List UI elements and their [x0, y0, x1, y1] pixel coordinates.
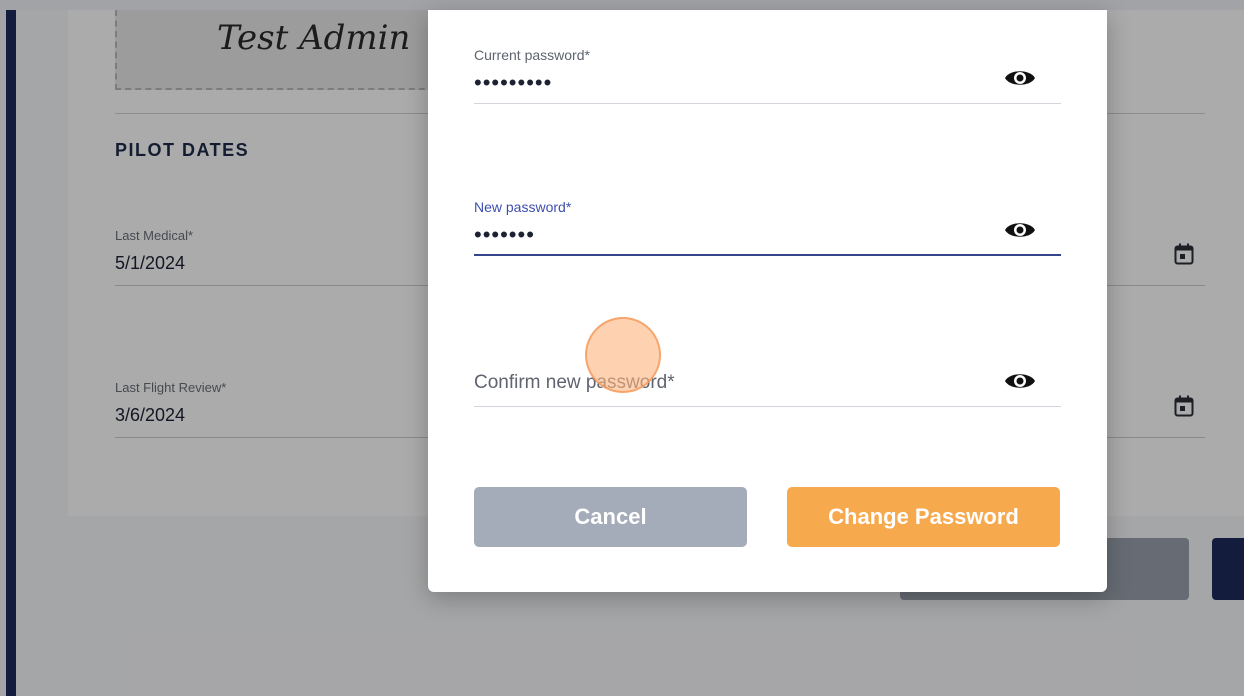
- eye-icon[interactable]: [1004, 67, 1036, 89]
- current-password-underline: [474, 103, 1061, 104]
- current-password-label: Current password*: [474, 47, 590, 63]
- eye-icon[interactable]: [1004, 219, 1036, 241]
- cancel-button[interactable]: Cancel: [474, 487, 747, 547]
- click-indicator: [585, 317, 661, 393]
- current-password-input[interactable]: •••••••••: [474, 70, 552, 96]
- new-password-input[interactable]: •••••••: [474, 222, 535, 248]
- change-password-dialog: Current password* ••••••••• New password…: [428, 10, 1107, 592]
- change-password-button[interactable]: Change Password: [787, 487, 1060, 547]
- new-password-label: New password*: [474, 199, 572, 215]
- eye-icon[interactable]: [1004, 370, 1036, 392]
- confirm-password-underline: [474, 406, 1061, 407]
- new-password-underline: [474, 254, 1061, 256]
